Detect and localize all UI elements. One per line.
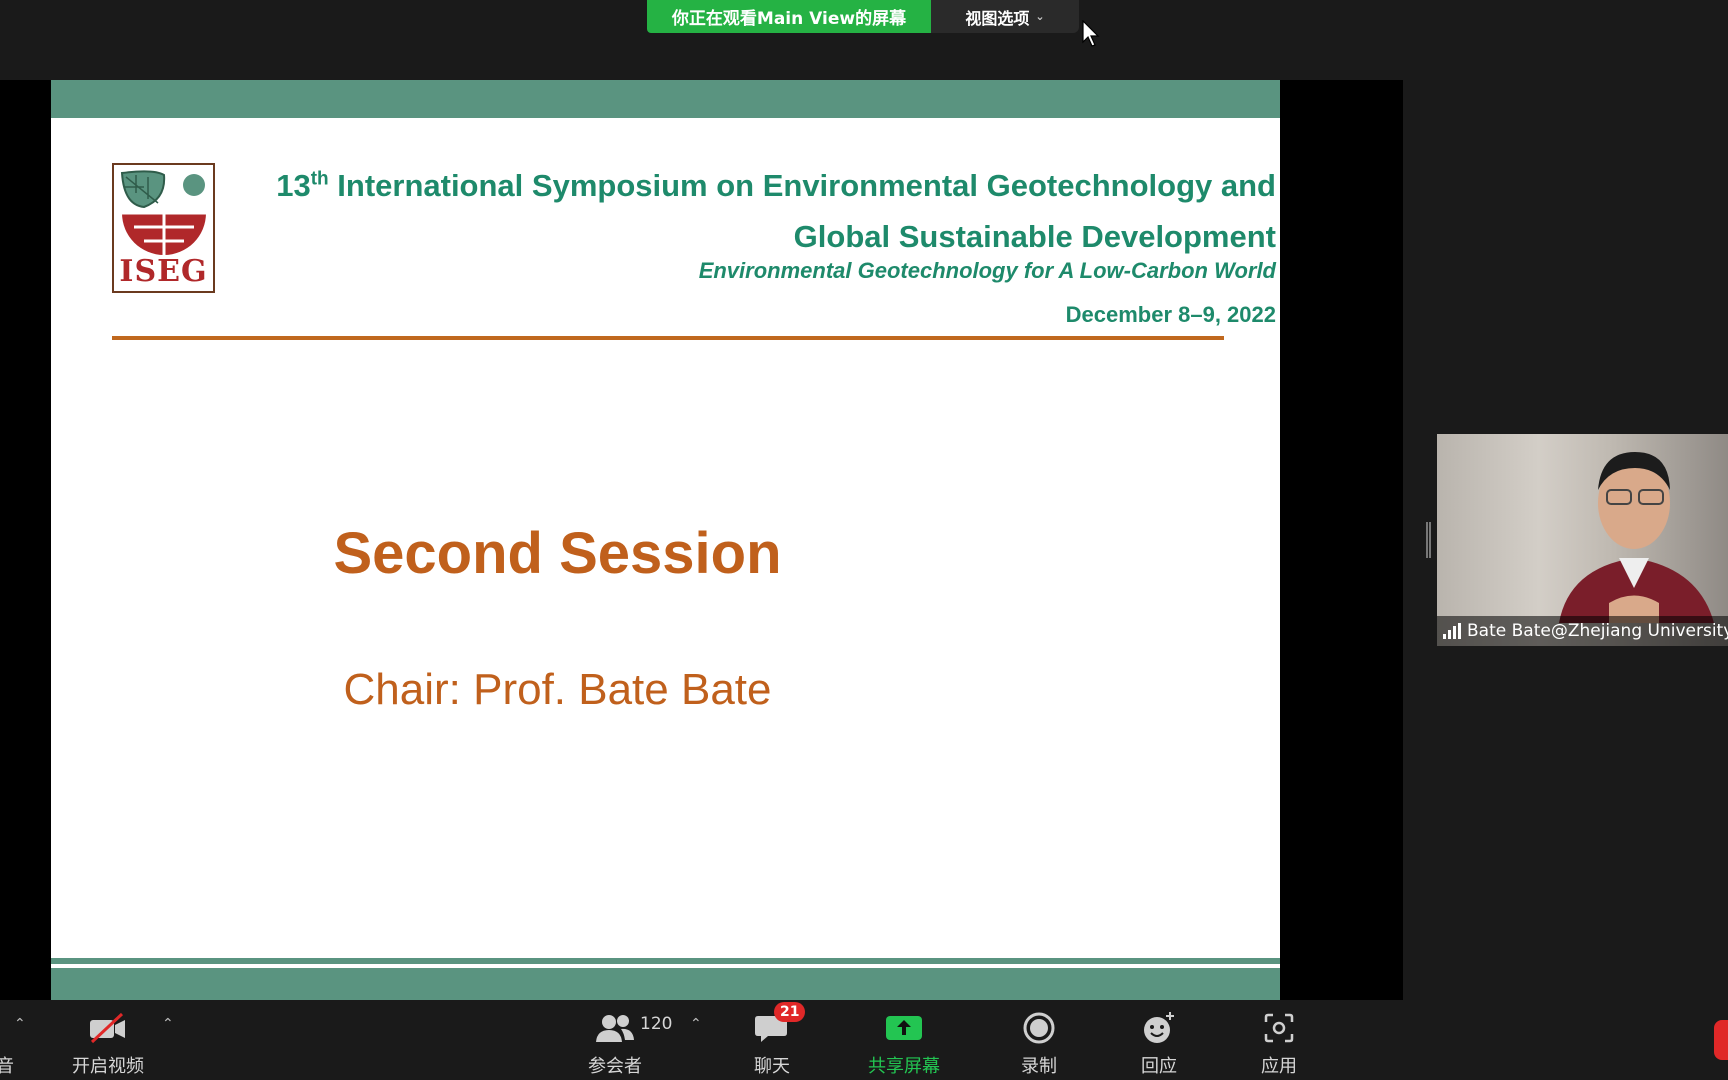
title-line1: International Symposium on Environmental… (328, 168, 1276, 203)
participants-button[interactable]: 参会者 (588, 1008, 642, 1078)
slide-bottom-line (51, 958, 1280, 964)
title-superscript: th (310, 168, 329, 190)
chat-label: 聊天 (754, 1056, 790, 1077)
chat-unread-badge: 21 (774, 1002, 806, 1022)
logo-globe-leaf-icon (120, 170, 206, 255)
audio-options-caret-icon[interactable]: ⌃ (14, 1016, 26, 1032)
viewing-banner: 你正在观看Main View的屏幕 (647, 0, 931, 33)
chat-button[interactable]: 21 聊天 (754, 1002, 806, 1078)
reactions-button[interactable]: 回应 (1141, 1008, 1177, 1078)
participant-video-tile[interactable]: Bate Bate@Zhejiang University (1437, 434, 1728, 646)
session-chair: Chair: Prof. Bate Bate (343, 665, 772, 714)
participant-name-bar: Bate Bate@Zhejiang University (1437, 616, 1728, 646)
iseg-logo: ISEG (112, 163, 215, 293)
participants-label: 参会者 (588, 1056, 642, 1077)
view-options-label: 视图选项 (965, 8, 1030, 28)
presentation-slide: ISEG 13th International Symposium on Env… (51, 80, 1280, 1000)
chevron-down-icon: ⌄ (1035, 10, 1045, 23)
participants-options-caret-icon[interactable]: ⌃ (690, 1016, 702, 1032)
apps-icon (1263, 1008, 1295, 1048)
share-screen-button[interactable]: 共享屏幕 (868, 1008, 940, 1078)
chat-icon: 21 (754, 1002, 806, 1048)
view-options-button[interactable]: 视图选项 ⌄ (931, 0, 1079, 33)
apps-button[interactable]: 应用 (1261, 1008, 1297, 1078)
smiley-plus-icon (1142, 1008, 1176, 1048)
viewing-banner-text: 你正在观看Main View的屏幕 (671, 9, 907, 29)
end-meeting-button[interactable] (1714, 1020, 1728, 1060)
slide-top-band (51, 80, 1280, 118)
logo-text: ISEG (119, 254, 208, 289)
signal-strength-icon (1443, 623, 1461, 639)
participants-icon (595, 1008, 635, 1048)
start-video-button[interactable]: 开启视频 (72, 1008, 144, 1078)
share-screen-label: 共享屏幕 (868, 1056, 940, 1077)
meeting-toolbar: 音 ⌃ 开启视频 ⌃ 参会者 120 ⌃ 21 聊天 共享屏幕 录制 回应 应用 (0, 1000, 1728, 1080)
symposium-date: December 8–9, 2022 (1065, 302, 1276, 327)
record-icon (1023, 1008, 1055, 1048)
symposium-title: 13th International Symposium on Environm… (231, 160, 1276, 262)
video-off-icon (88, 1008, 128, 1048)
slide-bottom-band (51, 968, 1280, 1000)
title-line2: Global Sustainable Development (793, 219, 1276, 254)
audio-label: 音 (0, 1056, 14, 1077)
video-options-caret-icon[interactable]: ⌃ (162, 1016, 174, 1032)
session-title: Second Session (333, 521, 782, 586)
audio-button[interactable]: 音 (0, 1008, 14, 1078)
panel-resize-handle[interactable] (1426, 522, 1431, 558)
title-number: 13 (276, 168, 311, 203)
participant-name: Bate Bate@Zhejiang University (1467, 621, 1728, 641)
start-video-label: 开启视频 (72, 1056, 144, 1077)
record-label: 录制 (1021, 1056, 1057, 1077)
participants-count: 120 (640, 1014, 673, 1034)
participant-video-image (1559, 452, 1714, 623)
divider-line (112, 336, 1224, 340)
symposium-subtitle: Environmental Geotechnology for A Low-Ca… (698, 258, 1276, 283)
share-screen-icon (886, 1008, 922, 1048)
mouse-cursor-icon (1082, 20, 1100, 47)
reactions-label: 回应 (1141, 1056, 1177, 1077)
record-button[interactable]: 录制 (1021, 1008, 1057, 1078)
apps-label: 应用 (1261, 1056, 1297, 1077)
